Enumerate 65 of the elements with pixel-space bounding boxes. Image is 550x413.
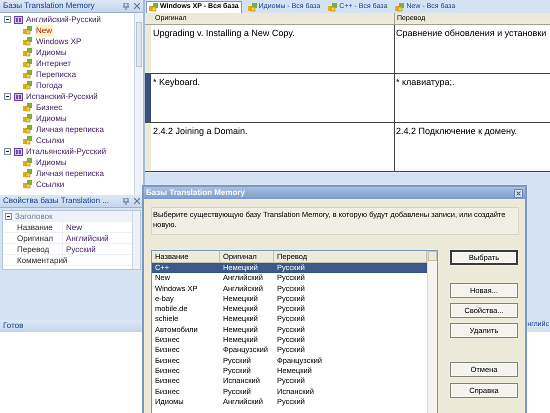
category-label: Заголовок [15, 210, 53, 222]
tree-node[interactable]: Испанский-Русский [26, 90, 98, 102]
tree-item[interactable]: Идиомы [35, 46, 68, 58]
tree-item[interactable]: Личная переписка [35, 168, 105, 180]
status-text: Готов [3, 320, 24, 332]
close-icon[interactable] [134, 3, 140, 9]
database-icon [23, 180, 32, 189]
property-value[interactable]: New [63, 222, 82, 232]
scrollbar[interactable] [427, 251, 437, 413]
tree-item[interactable]: Переписка [35, 68, 78, 80]
tree-item[interactable]: Интернет [35, 58, 72, 70]
scrollbar[interactable] [132, 211, 140, 269]
tree-item[interactable]: New [35, 24, 54, 36]
database-icon [23, 26, 32, 35]
tree-node[interactable]: Английский-Русский [26, 14, 101, 26]
table-cell: 2.4.2 Joining a Domain. [151, 123, 395, 171]
language-pair-icon [14, 148, 23, 156]
database-icon [395, 2, 404, 12]
tree-item[interactable]: Погода [35, 80, 64, 92]
database-icon [23, 37, 32, 46]
property-name: Оригинал [3, 233, 63, 243]
database-icon [248, 2, 257, 12]
database-icon [149, 3, 158, 12]
tree-item[interactable]: Идиомы [35, 156, 68, 168]
close-icon[interactable] [514, 188, 523, 198]
scrollbar[interactable] [134, 13, 143, 195]
tree-item[interactable]: Личная переписка [35, 124, 105, 136]
language-pair-icon [14, 16, 23, 24]
tree-item[interactable]: Windows XP [35, 36, 82, 48]
database-icon [23, 81, 32, 90]
dialog-title: Базы Translation Memory [146, 187, 246, 199]
database-icon [23, 169, 32, 178]
database-icon [328, 2, 338, 12]
table-cell-text: Сравнение обновления и установки [395, 27, 548, 40]
database-icon [23, 114, 32, 123]
tree-item[interactable]: Бизнес [35, 102, 64, 114]
tree-node[interactable]: Итальянский-Русский [26, 146, 106, 158]
pin-icon[interactable] [123, 198, 129, 204]
collapse-icon[interactable] [4, 148, 11, 155]
collapse-icon[interactable] [4, 16, 11, 23]
table-cell: Upgrading v. Installing a New Copy. [151, 25, 395, 73]
close-icon[interactable] [134, 198, 140, 204]
database-icon [23, 158, 32, 167]
table-cell-text: * клавиатура;. [395, 76, 456, 89]
table-cell: * Keyboard. [151, 74, 395, 122]
database-icon [23, 59, 32, 68]
table-cell-text: 2.4.2 Подключение к домену. [395, 125, 518, 138]
panel-title: Базы Translation Memory [3, 0, 96, 12]
database-icon [23, 125, 32, 134]
panel-title: Свойства базы Translation ... [3, 195, 110, 207]
property-name: Перевод [3, 244, 63, 254]
pin-icon[interactable] [123, 2, 129, 10]
database-icon [23, 103, 32, 112]
tree-item[interactable]: Ссылки [35, 134, 66, 146]
tree-item[interactable]: Идиомы [35, 112, 68, 124]
property-value[interactable]: Русский [63, 244, 96, 254]
property-value[interactable]: Английский [63, 233, 109, 243]
database-icon [23, 48, 32, 57]
property-name: Название [3, 222, 63, 232]
database-icon [23, 136, 32, 145]
collapse-icon[interactable] [4, 93, 11, 100]
collapse-icon[interactable] [5, 213, 12, 220]
tree-item[interactable]: Ссылки [35, 178, 66, 190]
database-icon [23, 70, 32, 79]
language-pair-icon [14, 92, 23, 100]
